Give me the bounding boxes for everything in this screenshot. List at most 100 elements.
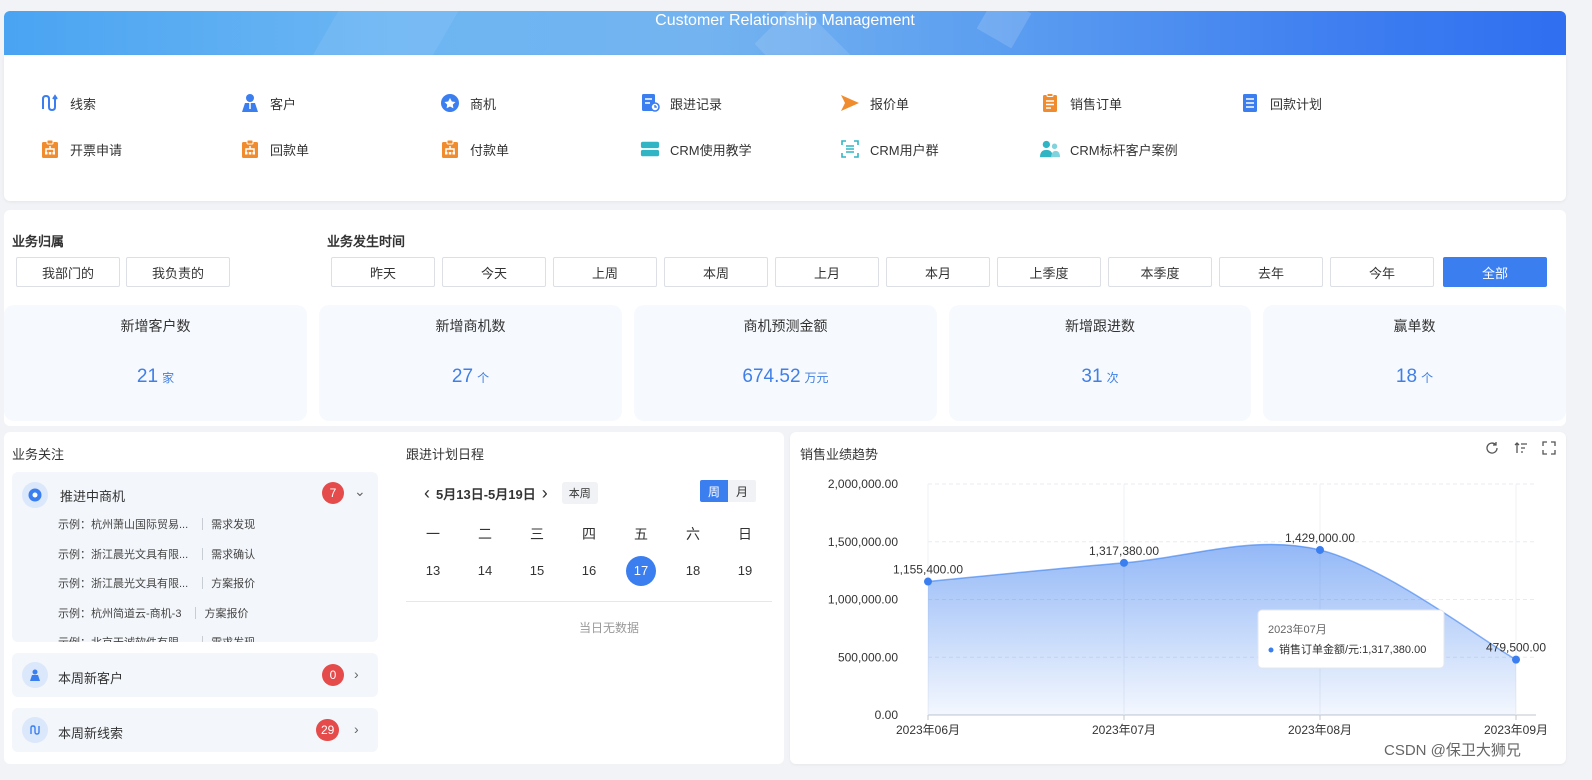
calendar-day[interactable]: 15 [522, 556, 552, 586]
quick-link-label: 跟进记录 [670, 96, 723, 112]
quick-link-customer[interactable]: 客户 [240, 93, 296, 113]
stat-card-won-deals[interactable]: 赢单数 18 个 [1263, 305, 1566, 421]
chevron-right-icon[interactable]: › [542, 483, 548, 504]
ownership-option-mine[interactable]: 我负责的 [126, 257, 230, 287]
sort-icon[interactable] [1514, 441, 1528, 458]
refresh-icon[interactable] [1485, 441, 1499, 458]
time-option-this-quarter[interactable]: 本季度 [1108, 257, 1212, 287]
tooltip-box [1257, 609, 1445, 669]
quote-icon [840, 93, 860, 113]
stat-label: 赢单数 [1393, 318, 1436, 334]
tooltip-marker [1268, 647, 1274, 653]
chevron-right-icon[interactable]: › [354, 721, 359, 737]
chevron-right-icon[interactable]: › [354, 666, 359, 682]
quick-link-sales-order[interactable]: 销售订单 [1040, 93, 1122, 113]
page-title: Customer Relationship Management [655, 12, 915, 29]
payment-receipt-icon [240, 139, 260, 159]
list-item[interactable]: 示例：浙江晨光文具有限... 方案报价 [58, 575, 255, 591]
opportunity-stage: 需求发现 [211, 634, 255, 642]
ownership-option-department[interactable]: 我部门的 [16, 257, 120, 287]
stat-card-forecast-amount[interactable]: 商机预测金额 674.52 万元 [634, 305, 937, 421]
stat-value-row: 31 次 [949, 366, 1251, 388]
list-item[interactable]: 示例：杭州萧山国际贸易... 需求发现 [58, 516, 255, 532]
weekday-label: 日 [738, 526, 752, 542]
stat-value-row: 27 个 [319, 366, 622, 388]
watermark: CSDN @保卫大狮兄 [1384, 742, 1521, 759]
opportunities-header[interactable]: 推进中商机 [22, 482, 125, 508]
x-tick-label: 2023年07月 [1092, 723, 1156, 737]
time-option-yesterday[interactable]: 昨天 [331, 257, 435, 287]
y-tick-label: 1,500,000.00 [828, 535, 898, 549]
weekday-label: 一 [426, 526, 440, 542]
calendar-day[interactable]: 19 [730, 556, 760, 586]
calendar-day[interactable]: 16 [574, 556, 604, 586]
quick-link-clue[interactable]: 线索 [40, 93, 96, 113]
stat-card-new-customers[interactable]: 新增客户数 21 家 [4, 305, 307, 421]
divider [406, 601, 772, 602]
stat-unit: 个 [1421, 371, 1434, 385]
opportunities-count-badge: 7 [322, 482, 344, 504]
opportunity-stage: 需求确认 [211, 549, 256, 561]
divider [202, 518, 204, 530]
stat-card-new-opportunities[interactable]: 新增商机数 27 个 [319, 305, 622, 421]
quick-link-payment-receipt[interactable]: 回款单 [240, 139, 309, 159]
time-option-this-month[interactable]: 本月 [886, 257, 990, 287]
quick-link-label: 开票申请 [70, 142, 123, 158]
new-customers-card[interactable]: 本周新客户 0 › [12, 653, 378, 697]
quick-link-user-group[interactable]: CRM用户群 [840, 139, 939, 159]
stat-label: 新增跟进数 [1065, 318, 1135, 334]
time-option-this-year[interactable]: 今年 [1330, 257, 1434, 287]
ownership-label: 业务归属 [12, 234, 65, 249]
time-option-last-week[interactable]: 上周 [553, 257, 657, 287]
weekday-label: 三 [530, 526, 544, 542]
this-week-button[interactable]: 本周 [561, 482, 598, 504]
opportunity-stage: 方案报价 [211, 578, 256, 590]
quick-link-tutorial[interactable]: CRM使用教学 [640, 139, 752, 159]
fullscreen-icon[interactable] [1542, 441, 1556, 458]
quick-link-payment-plan[interactable]: 回款计划 [1240, 93, 1322, 113]
time-option-last-quarter[interactable]: 上季度 [997, 257, 1101, 287]
stat-value: 27 [451, 366, 474, 387]
x-tick-label: 2023年06月 [896, 723, 960, 737]
time-option-today[interactable]: 今天 [442, 257, 546, 287]
list-item[interactable]: 示例：杭州简道云-商机-3 方案报价 [58, 605, 248, 621]
y-tick-label: 500,000.00 [838, 650, 898, 664]
followup-record-icon [640, 93, 660, 113]
quick-link-followup-record[interactable]: 跟进记录 [640, 93, 722, 113]
time-option-all[interactable]: 全部 [1443, 257, 1547, 287]
list-item[interactable]: 示例：北京天诚软件有限... 需求发现 [58, 634, 255, 642]
chevron-left-icon[interactable]: ‹ [424, 483, 430, 504]
quick-links-panel: 线索 客户 商机 跟进记录 报价单 销售订单 回款计划 开票申请 回款单 付款单… [4, 55, 1566, 201]
quick-link-label: 客户 [270, 96, 297, 112]
quick-link-invoice-request[interactable]: 开票申请 [40, 139, 122, 159]
new-clues-card[interactable]: 本周新线索 29 › [12, 708, 378, 752]
weekday-label: 二 [478, 526, 492, 542]
quick-link-case[interactable]: CRM标杆客户案例 [1040, 139, 1178, 159]
quick-link-label: 付款单 [470, 142, 510, 158]
calendar-day[interactable]: 13 [418, 556, 448, 586]
quick-link-quote[interactable]: 报价单 [840, 93, 909, 113]
new-clues-count-badge: 29 [316, 719, 340, 741]
time-option-last-year[interactable]: 去年 [1219, 257, 1323, 287]
new-customers-label: 本周新客户 [58, 671, 124, 686]
stat-unit: 次 [1106, 371, 1119, 385]
time-option-last-month[interactable]: 上月 [775, 257, 879, 287]
quick-link-opportunity[interactable]: 商机 [440, 93, 496, 113]
schedule-title: 跟进计划日程 [406, 447, 485, 462]
data-point [1120, 558, 1128, 567]
x-tick-label: 2023年09月 [1484, 723, 1548, 737]
calendar-day[interactable]: 14 [470, 556, 500, 586]
y-tick-label: 2,000,000.00 [828, 477, 898, 491]
calendar-day[interactable]: 18 [678, 556, 708, 586]
opportunities-in-progress-card: 推进中商机 7 ⌄ 示例：杭州萧山国际贸易... 需求发现 示例：浙江晨光文具有限… [12, 472, 378, 642]
y-tick-label: 0.00 [875, 708, 899, 722]
quick-link-payment-order[interactable]: 付款单 [440, 139, 509, 159]
weekday-label: 六 [686, 526, 700, 542]
list-item[interactable]: 示例：浙江晨光文具有限... 需求确认 [58, 546, 255, 562]
view-month-toggle[interactable]: 月 [728, 480, 756, 502]
chevron-down-icon[interactable]: ⌄ [354, 483, 366, 500]
calendar-day-today[interactable]: 17 [626, 556, 656, 586]
stat-card-new-followups[interactable]: 新增跟进数 31 次 [949, 305, 1251, 421]
time-option-this-week[interactable]: 本周 [664, 257, 768, 287]
view-week-toggle[interactable]: 周 [700, 480, 728, 502]
